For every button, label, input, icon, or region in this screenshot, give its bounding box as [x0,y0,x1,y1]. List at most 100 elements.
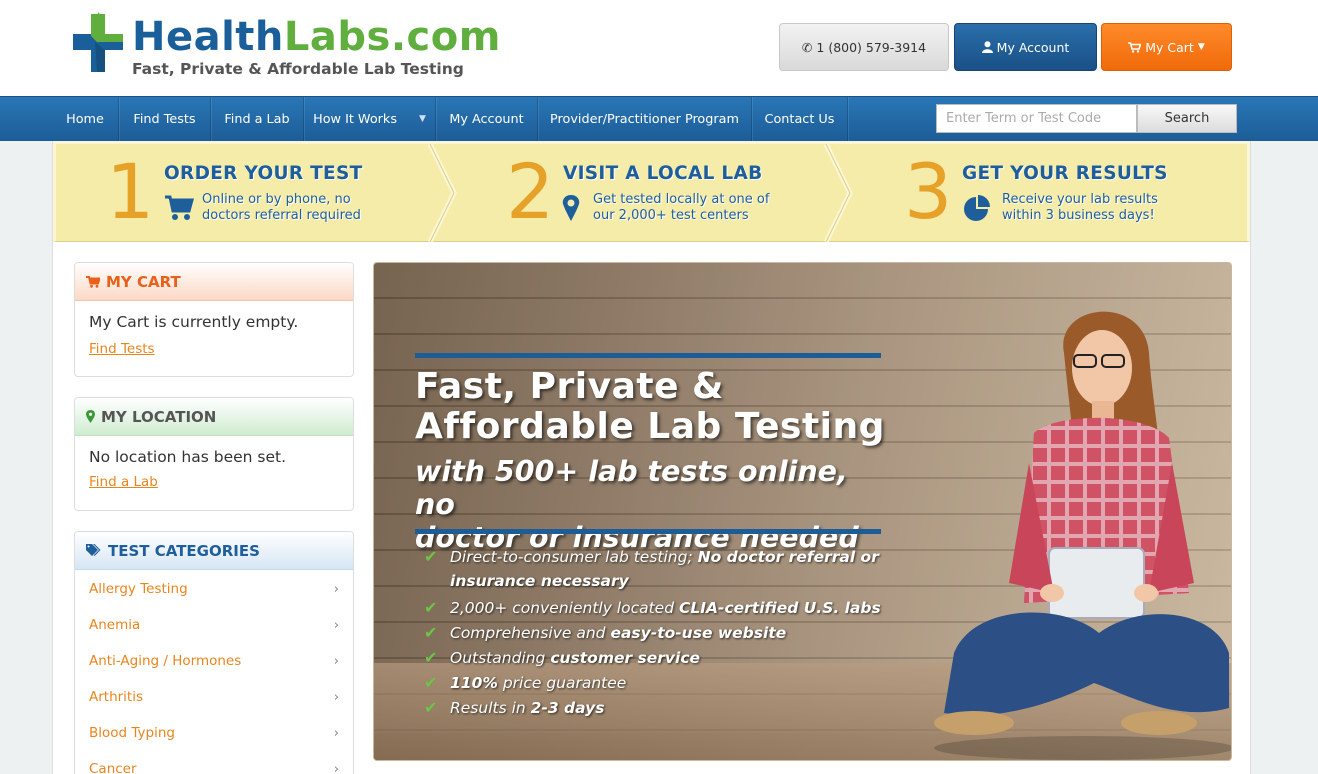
category-label: Anti-Aging / Hormones [89,653,242,669]
category-item[interactable]: Anemia › [75,607,353,643]
my-account-label: My Account [996,39,1070,55]
step-number: 3 [904,147,953,236]
step-description: Get tested locally at one of our 2,000+ … [593,192,769,224]
feature-emphasis: 110% [450,674,498,692]
hero-top-rule [415,353,881,358]
hero-feature-item: ✔ Comprehensive and easy-to-use website [424,621,884,645]
hero-feature-item: ✔ Direct-to-consumer lab testing; No doc… [424,545,884,593]
nav-home[interactable]: Home [52,97,119,141]
category-item[interactable]: Cancer › [75,751,353,774]
hero-feature-item: ✔ 110% price guarantee [424,671,884,695]
caret-down-icon: ▼ [1197,42,1205,52]
category-label: Allergy Testing [89,581,188,597]
category-item[interactable]: Anti-Aging / Hormones › [75,643,353,679]
map-marker-icon [86,410,95,423]
search-button[interactable]: Search [1137,104,1237,133]
nav-contact-us-label: Contact Us [764,111,835,127]
hero-headline-line1: Fast, Private & [415,366,724,407]
check-icon: ✔ [424,623,438,642]
nav-find-tests[interactable]: Find Tests [119,97,211,141]
category-item[interactable]: Blood Typing › [75,715,353,751]
search-input[interactable] [936,104,1137,133]
hero-banner[interactable]: Fast, Private & Affordable Lab Testing w… [373,262,1232,761]
chevron-right-icon: › [333,654,339,669]
nav-find-a-lab[interactable]: Find a Lab [211,97,304,141]
nav-my-account-label: My Account [449,111,524,127]
step-description: Online or by phone, no doctors referral … [202,192,361,224]
chevron-divider-icon [428,144,457,242]
phone-icon: ✆ [801,39,813,55]
cart-icon [165,195,194,220]
category-label: Anemia [89,617,141,633]
nav-how-it-works[interactable]: How It Works ▼ [304,97,436,141]
feature-emphasis: easy-to-use website [610,624,787,642]
woman-with-tablet-image [934,311,1231,760]
how-it-works-steps: 1 ORDER YOUR TEST Online or by phone, no… [53,141,1250,242]
feature-text: price guarantee [497,674,627,692]
check-icon: ✔ [424,673,438,692]
test-categories-panel: TEST CATEGORIES Allergy Testing › Anemia ›… [74,531,354,774]
nav-find-tests-label: Find Tests [133,111,196,127]
chevron-divider-icon [824,144,853,242]
chevron-right-icon: › [333,618,339,633]
site-header: HealthLabs.com Fast, Private & Affordabl… [0,0,1318,96]
nav-my-account[interactable]: My Account [436,97,538,141]
cart-status-text: My Cart is currently empty. [89,313,299,331]
find-a-lab-link[interactable]: Find a Lab [89,474,339,490]
my-location-panel-title: MY LOCATION [101,407,217,426]
nav-provider-program-label: Provider/Practitioner Program [550,111,739,127]
hero-feature-item: ✔ 2,000+ conveniently located CLIA-certi… [424,596,884,620]
map-marker-icon [562,195,580,221]
my-cart-panel-header: MY CART [75,263,353,301]
step-title: GET YOUR RESULTS [962,163,1168,184]
feature-text: Results in [450,699,531,717]
my-location-panel: MY LOCATION No location has been set. Fi… [74,397,354,511]
location-status-text: No location has been set. [89,448,287,466]
hero-subheadline-line1: with 500+ lab tests online, no [415,455,848,521]
category-item[interactable]: Arthritis › [75,679,353,715]
user-icon [981,41,993,53]
step-order-test[interactable]: 1 ORDER YOUR TEST Online or by phone, no… [56,144,446,242]
category-item[interactable]: Allergy Testing › [75,571,353,607]
medical-cross-logo[interactable] [71,12,125,74]
step-title: ORDER YOUR TEST [164,163,363,184]
chevron-right-icon: › [333,690,339,705]
step-get-results[interactable]: 3 GET YOUR RESULTS Receive your lab resu… [856,144,1246,242]
check-icon: ✔ [424,698,438,717]
check-icon: ✔ [424,547,438,566]
check-icon: ✔ [424,598,438,617]
step-desc-line1: Online or by phone, no [202,192,351,207]
my-cart-label: My Cart [1145,39,1194,55]
hero-bottom-rule [415,529,881,534]
my-cart-panel-title: MY CART [106,272,181,291]
check-icon: ✔ [424,648,438,667]
feature-emphasis: CLIA-certified U.S. labs [679,599,881,617]
nav-provider-program[interactable]: Provider/Practitioner Program [538,97,752,141]
hero-feature-item: ✔ Results in 2-3 days [424,696,884,720]
phone-label: 1 (800) 579-3914 [816,39,927,55]
my-cart-panel: MY CART My Cart is currently empty. Find… [74,262,354,377]
find-tests-link[interactable]: Find Tests [89,341,339,357]
cart-icon [1128,41,1142,53]
cart-icon [86,275,100,288]
feature-text: Outstanding [450,649,551,667]
my-cart-button[interactable]: My Cart ▼ [1101,23,1232,71]
feature-text: Direct-to-consumer lab testing; [450,548,698,566]
step-desc-line1: Receive your lab results [1002,192,1158,207]
nav-contact-us[interactable]: Contact Us [752,97,848,141]
chevron-right-icon: › [333,726,339,741]
chevron-down-icon: ▼ [419,114,426,124]
hero-headline: Fast, Private & Affordable Lab Testing [415,367,885,447]
test-categories-panel-title: TEST CATEGORIES [108,541,260,560]
hero-feature-item: ✔ Outstanding customer service [424,646,884,670]
nav-home-label: Home [66,111,104,127]
my-account-button[interactable]: My Account [954,23,1097,71]
step-description: Receive your lab results within 3 busine… [1002,192,1158,224]
tags-icon [86,544,101,556]
phone-button[interactable]: ✆ 1 (800) 579-3914 [779,23,949,71]
step-visit-lab[interactable]: 2 VISIT A LOCAL LAB Get tested locally a… [456,144,846,242]
nav-find-a-lab-label: Find a Lab [224,111,290,127]
brand-name[interactable]: HealthLabs.com [132,14,501,60]
hero-subheadline: with 500+ lab tests online, no doctor or… [415,455,885,554]
nav-how-it-works-label: How It Works [313,111,397,127]
